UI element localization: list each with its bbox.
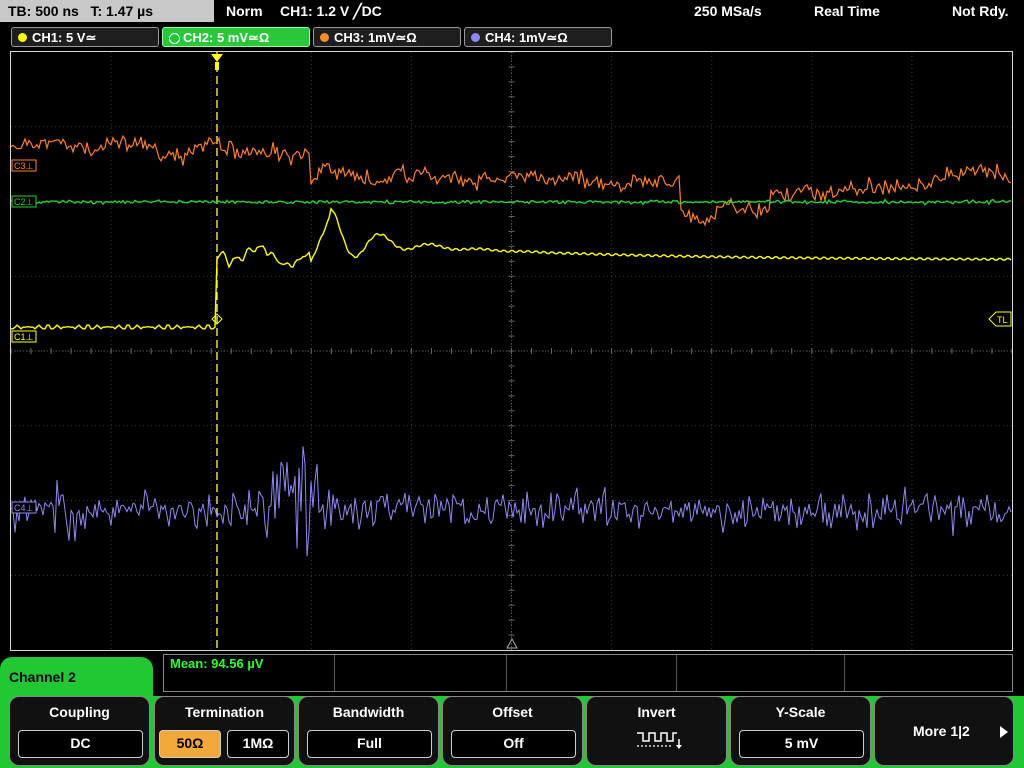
- termination-softkey[interactable]: Termination 50Ω 1MΩ: [154, 696, 295, 766]
- termination-title: Termination: [184, 704, 265, 720]
- ch4-ground-label: C4⊥: [14, 503, 34, 513]
- ch2-ground-label: C2⊥: [14, 197, 34, 207]
- trigger-position-stem: [215, 62, 219, 70]
- tab-ch2[interactable]: CH2: 5 mV≃Ω: [162, 27, 310, 47]
- ch2-color-dot-icon: [169, 33, 180, 44]
- tab-ch3[interactable]: CH3: 1mV≃Ω: [313, 27, 461, 47]
- tab-ch2-label: CH2: 5 mV≃Ω: [183, 30, 270, 45]
- yscale-value: 5 mV: [739, 730, 864, 758]
- offset-softkey[interactable]: Offset Off: [442, 696, 583, 766]
- tab-ch1-label: CH1: 5 V≃: [32, 30, 97, 45]
- trigger-position-marker-icon[interactable]: [211, 54, 223, 62]
- ch1-ground-label: C1⊥: [14, 332, 34, 342]
- trigger-level-marker[interactable]: TL: [988, 311, 1012, 327]
- tab-ch4-label: CH4: 1mV≃Ω: [485, 30, 568, 45]
- bandwidth-title: Bandwidth: [332, 704, 405, 720]
- triangle-right-icon: [1000, 726, 1008, 738]
- status-bar: Norm CH1: 1.2 V ╱DC 250 MSa/s Real Time …: [216, 0, 1024, 22]
- acquisition-state: Not Rdy.: [952, 3, 1009, 19]
- measurement-cell: [676, 655, 845, 691]
- invert-title: Invert: [637, 704, 676, 720]
- graticule: [11, 52, 1012, 650]
- yscale-title: Y-Scale: [775, 704, 826, 720]
- invert-softkey[interactable]: Invert: [586, 696, 727, 766]
- ch4-ground-marker[interactable]: C4⊥: [11, 501, 37, 514]
- yscale-softkey[interactable]: Y-Scale 5 mV: [730, 696, 871, 766]
- trigger-time-value: T: 1.47 µs: [90, 3, 154, 19]
- ch2-ground-marker[interactable]: C2⊥: [11, 195, 37, 208]
- tab-ch1[interactable]: CH1: 5 V≃: [11, 27, 159, 47]
- trigger-info[interactable]: CH1: 1.2 V ╱DC: [280, 3, 382, 20]
- termination-1mohm-option[interactable]: 1MΩ: [227, 730, 289, 758]
- ch3-ground-marker[interactable]: C3⊥: [11, 159, 37, 172]
- coupling-title: Coupling: [49, 704, 110, 720]
- ch4-color-dot-icon: [471, 33, 480, 42]
- offset-title: Offset: [492, 704, 533, 720]
- bandwidth-value: Full: [307, 730, 432, 758]
- tab-ch4[interactable]: CH4: 1mV≃Ω: [464, 27, 612, 47]
- timebase-box[interactable]: TB: 500 ns T: 1.47 µs: [0, 0, 214, 22]
- menu-title: Channel 2: [9, 669, 76, 685]
- trigger-level-label: TL: [997, 315, 1008, 325]
- bandwidth-softkey[interactable]: Bandwidth Full: [298, 696, 439, 766]
- waveform-ch4: [11, 446, 1012, 557]
- measurement-cell: [506, 655, 677, 691]
- trigger-mode[interactable]: Norm: [226, 3, 263, 19]
- ch1-color-dot-icon: [18, 33, 27, 42]
- measurement-cell: [334, 655, 507, 691]
- offset-value: Off: [451, 730, 576, 758]
- ch3-ground-label: C3⊥: [14, 161, 34, 171]
- invert-waveform-icon: [637, 732, 682, 749]
- mean-measurement: Mean: 94.56 µV: [170, 656, 264, 671]
- ch1-ground-marker[interactable]: C1⊥: [11, 330, 37, 343]
- waveform-display[interactable]: C3⊥ C2⊥ C1⊥ C4⊥ TL: [10, 51, 1013, 651]
- waveform-svg: C3⊥ C2⊥ C1⊥ C4⊥ TL: [11, 52, 1012, 650]
- more-label: More 1|2: [913, 723, 970, 739]
- acquisition-mode: Real Time: [814, 3, 880, 19]
- tab-ch3-label: CH3: 1mV≃Ω: [334, 30, 417, 45]
- ch3-color-dot-icon: [320, 33, 329, 42]
- more-softkey[interactable]: More 1|2: [874, 696, 1014, 766]
- coupling-value: DC: [18, 730, 143, 758]
- coupling-softkey[interactable]: Coupling DC: [9, 696, 150, 766]
- termination-50ohm-option[interactable]: 50Ω: [159, 730, 221, 758]
- timebase-value: TB: 500 ns: [8, 3, 79, 19]
- sample-rate: 250 MSa/s: [694, 3, 762, 19]
- measurement-bar: Mean: 94.56 µV: [163, 654, 1013, 692]
